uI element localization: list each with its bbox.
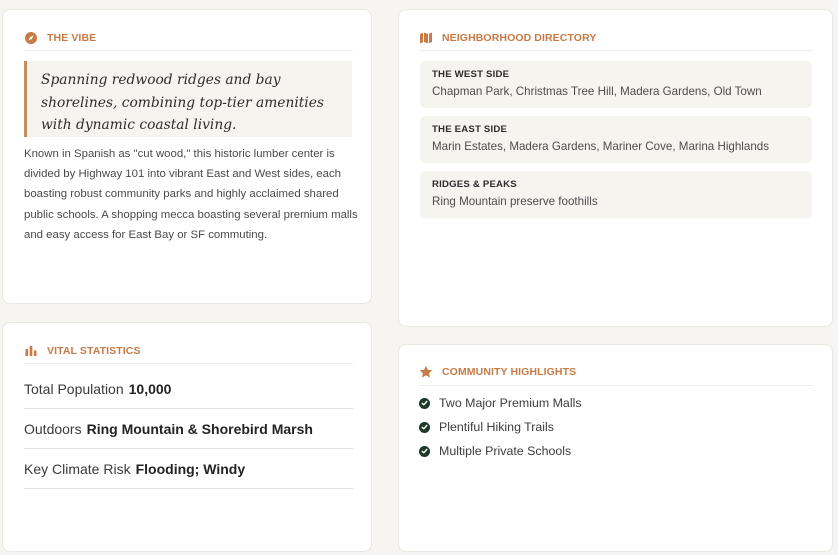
stat-label: Total Population xyxy=(24,380,124,397)
map-icon xyxy=(419,31,433,45)
highlight-item: Multiple Private Schools xyxy=(419,444,571,458)
highlight-text: Plentiful Hiking Trails xyxy=(439,420,555,434)
directory-item-label: THE WEST SIDE xyxy=(432,69,510,80)
stat-label: Key Climate Risk xyxy=(24,460,131,477)
star-icon xyxy=(419,365,433,379)
highlight-text: Multiple Private Schools xyxy=(439,444,572,458)
vibe-header: THE VIBE xyxy=(24,31,96,45)
stat-row-population: Total Population 10,000 xyxy=(24,369,353,409)
directory-card: NEIGHBORHOOD DIRECTORY THE WEST SIDE Cha… xyxy=(398,9,833,327)
directory-item-value: Ring Mountain preserve foothills xyxy=(432,195,598,208)
directory-item-value: Marin Estates, Madera Gardens, Mariner C… xyxy=(432,140,770,153)
stat-row-climate-risk: Key Climate Risk Flooding; Windy xyxy=(24,449,353,489)
vibe-description: Known in Spanish as "cut wood," this his… xyxy=(24,148,358,241)
stats-card: VITAL STATISTICS Total Population 10,000… xyxy=(2,322,372,552)
stat-value: Ring Mountain & Shorebird Marsh xyxy=(86,420,313,437)
vibe-divider xyxy=(24,50,353,51)
bar-chart-icon xyxy=(24,344,38,358)
directory-item-ridges-peaks: RIDGES & PEAKS Ring Mountain preserve fo… xyxy=(420,171,812,218)
highlight-item: Two Major Premium Malls xyxy=(419,396,582,410)
stat-value: 10,000 xyxy=(128,380,172,397)
stat-label: Outdoors xyxy=(24,420,82,437)
highlights-title: COMMUNITY HIGHLIGHTS xyxy=(442,366,577,378)
vibe-title: THE VIBE xyxy=(47,32,97,44)
highlights-card: COMMUNITY HIGHLIGHTS Two Major Premium M… xyxy=(398,344,833,552)
stat-row-outdoors: Outdoors Ring Mountain & Shorebird Marsh xyxy=(24,409,353,449)
stats-header: VITAL STATISTICS xyxy=(24,344,141,358)
highlight-item: Plentiful Hiking Trails xyxy=(419,420,554,434)
directory-item-east-side: THE EAST SIDE Marin Estates, Madera Gard… xyxy=(420,116,812,163)
directory-title: NEIGHBORHOOD DIRECTORY xyxy=(442,32,597,44)
vibe-quote: Spanning redwood ridges and bay shorelin… xyxy=(24,61,352,137)
vibe-card: THE VIBE Spanning redwood ridges and bay… xyxy=(2,9,372,304)
check-circle-icon xyxy=(419,421,430,433)
directory-header: NEIGHBORHOOD DIRECTORY xyxy=(419,31,596,45)
highlight-text: Two Major Premium Malls xyxy=(439,396,582,410)
compass-icon xyxy=(24,31,38,45)
stats-divider xyxy=(24,363,353,364)
check-circle-icon xyxy=(419,445,430,457)
directory-divider xyxy=(419,50,813,51)
stat-value: Flooding; Windy xyxy=(135,460,246,477)
directory-item-label: THE EAST SIDE xyxy=(432,124,508,135)
directory-item-value: Chapman Park, Christmas Tree Hill, Mader… xyxy=(432,85,762,98)
stats-title: VITAL STATISTICS xyxy=(47,345,141,357)
highlights-divider xyxy=(419,385,813,386)
check-circle-icon xyxy=(419,397,430,409)
highlights-header: COMMUNITY HIGHLIGHTS xyxy=(419,365,576,379)
directory-item-label: RIDGES & PEAKS xyxy=(432,179,517,190)
directory-item-west-side: THE WEST SIDE Chapman Park, Christmas Tr… xyxy=(420,61,812,108)
